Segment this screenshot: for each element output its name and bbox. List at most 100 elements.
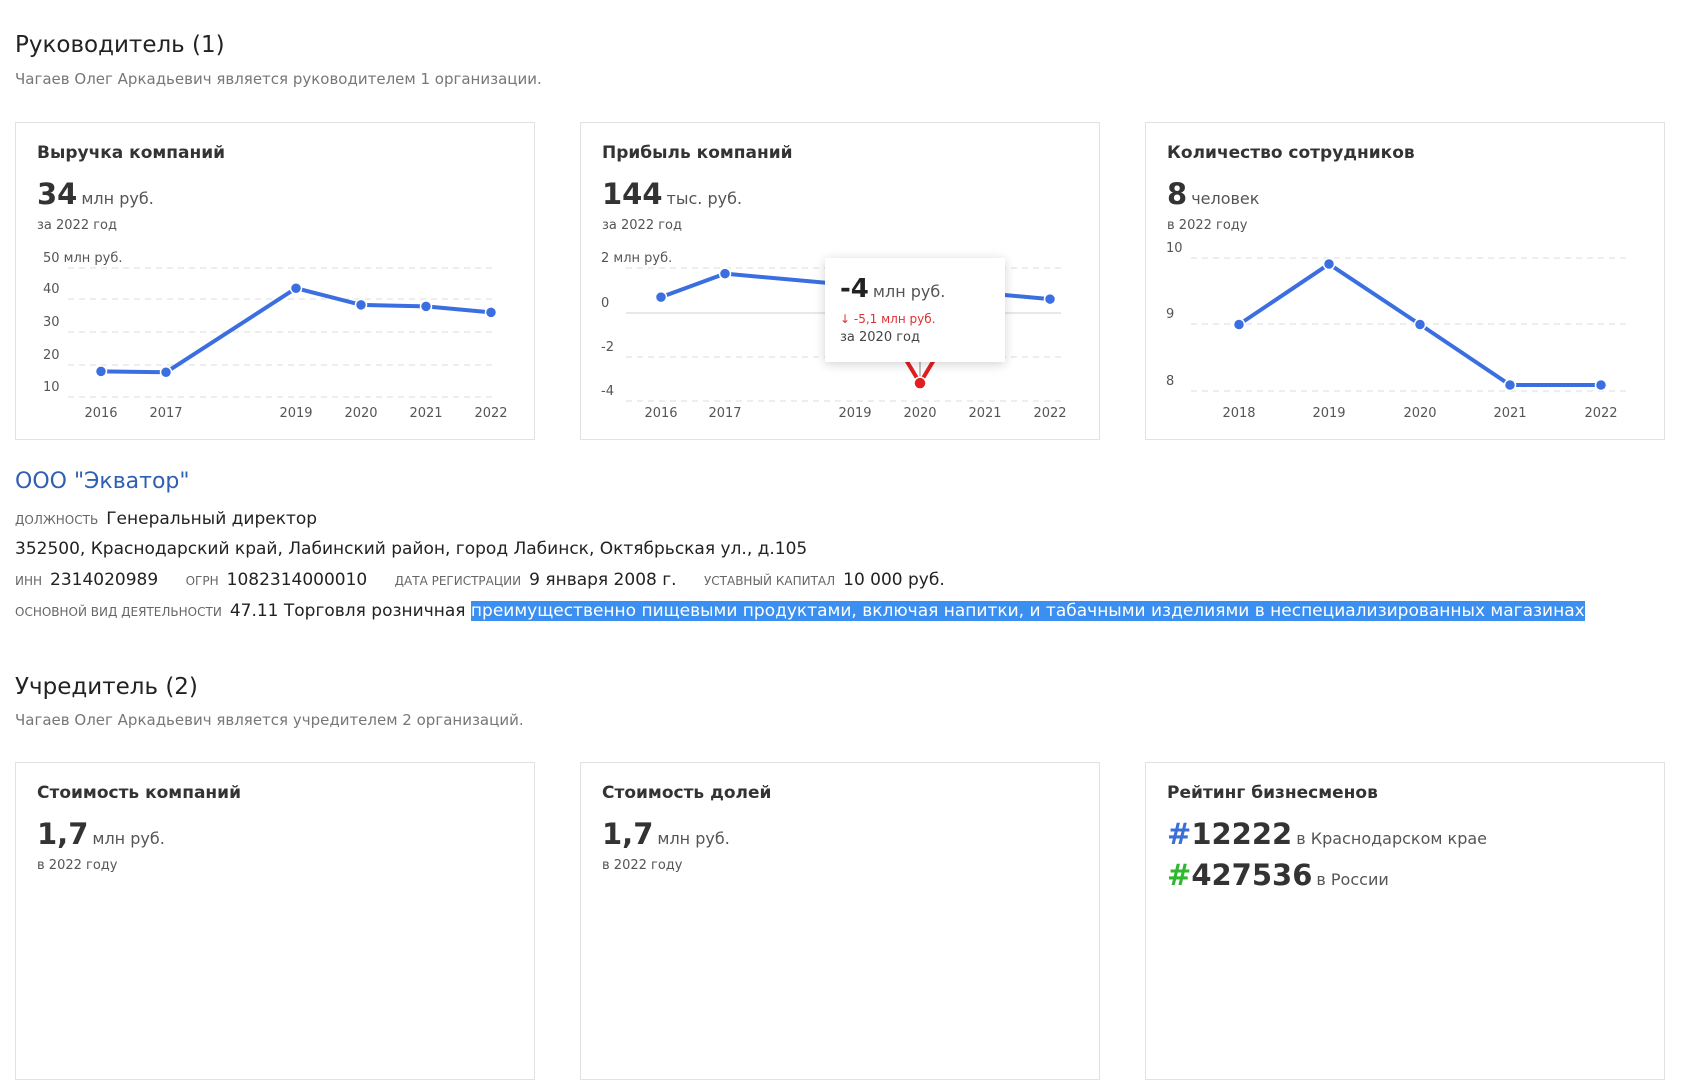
x-tick-label: 2017 <box>149 406 182 421</box>
card-title: Стоимость компаний <box>37 783 241 803</box>
data-point <box>1503 378 1517 392</box>
card-title: Количество сотрудников <box>1167 143 1415 163</box>
x-tick-label: 2019 <box>279 406 312 421</box>
activity-selected-text[interactable]: преимущественно пищевыми продуктами, вкл… <box>470 601 1585 621</box>
activity-value: 47.11 Торговля розничная <box>229 601 466 621</box>
data-point <box>1043 292 1057 306</box>
x-tick-label: 2020 <box>344 406 377 421</box>
data-point <box>1594 378 1608 392</box>
x-tick-label: 2022 <box>1033 406 1066 421</box>
x-tick-label: 2021 <box>1493 406 1526 421</box>
value-number: 8 <box>1167 177 1188 211</box>
founder-section-subtitle: Чагаев Олег Аркадьевич является учредите… <box>15 711 524 729</box>
y-tick-label: 10 <box>1166 241 1183 256</box>
value-unit: тыс. руб. <box>666 189 743 208</box>
capital-label: уставный капитал <box>703 574 836 588</box>
chart-tooltip: -4 млн руб. ↓ -5,1 млн руб. за 2020 год <box>825 258 1005 362</box>
rank-region: в Краснодарском крае <box>1296 829 1487 848</box>
data-point <box>718 267 732 280</box>
director-section-title: Руководитель (1) <box>15 32 225 58</box>
y-tick-label: 9 <box>1166 307 1174 322</box>
value-number: 34 <box>37 177 78 211</box>
x-tick-label: 2019 <box>1312 406 1345 421</box>
ogrn-label: ОГРН <box>185 574 219 588</box>
data-point <box>484 306 498 319</box>
value-number: 1,7 <box>37 817 89 851</box>
companies-value-card: Стоимость компаний 1,7 млн руб. в 2022 го… <box>15 762 535 1080</box>
data-point <box>419 300 433 313</box>
y-tick-label: 2 млн руб. <box>601 251 672 266</box>
y-tick-label: 20 <box>43 348 60 363</box>
card-title: Рейтинг бизнесменов <box>1167 783 1378 803</box>
card-value: 144 тыс. руб. <box>602 177 742 211</box>
data-point <box>354 298 368 312</box>
card-value: 1,7 млн руб. <box>602 817 730 851</box>
revenue-card: 50 млн руб. 40 30 20 10 2016 2017 2019 2020 2021 2… <box>15 122 535 440</box>
x-tick-label: 2019 <box>838 406 871 421</box>
y-tick-label: -2 <box>601 340 614 355</box>
regional-rank: #12222 в Краснодарском крае <box>1167 817 1487 851</box>
data-point <box>94 365 108 378</box>
tooltip-value: -4 млн руб. <box>840 274 945 304</box>
national-rank: #427536 в России <box>1167 858 1389 892</box>
rank-number: 427536 <box>1191 858 1313 892</box>
rank-region: в России <box>1316 870 1389 889</box>
x-tick-label: 2020 <box>1403 406 1436 421</box>
value-number: 1,7 <box>602 817 654 851</box>
activity-label: основной вид деятельности <box>15 605 222 619</box>
employees-chart: 10 9 8 2018 2019 2020 2021 2022 <box>1166 241 1626 421</box>
shares-value-card: Стоимость долей 1,7 млн руб. в 2022 году <box>580 762 1100 1080</box>
inn-value: 2314020989 <box>50 570 159 590</box>
card-title: Прибыль компаний <box>602 143 793 163</box>
x-tick-label: 2021 <box>409 406 442 421</box>
x-tick-label: 2020 <box>903 406 936 421</box>
x-tick-label: 2017 <box>708 406 741 421</box>
data-point <box>913 376 927 390</box>
x-tick-label: 2018 <box>1222 406 1255 421</box>
registration-row: ИНН 2314020989 ОГРН 1082314000010 дата рег… <box>15 570 945 590</box>
value-unit: человек <box>1191 189 1260 208</box>
tooltip-delta: ↓ -5,1 млн руб. <box>840 312 936 326</box>
data-point <box>1232 318 1246 331</box>
x-tick-label: 2022 <box>474 406 507 421</box>
data-point <box>289 281 303 295</box>
y-tick-label: 10 <box>43 380 60 395</box>
businessman-rating-card: Рейтинг бизнесменов #12222 в Краснодарско… <box>1145 762 1665 1080</box>
card-value: 1,7 млн руб. <box>37 817 165 851</box>
value-unit: млн руб. <box>81 189 154 208</box>
x-tick-label: 2021 <box>968 406 1001 421</box>
card-value: 8 человек <box>1167 177 1259 211</box>
card-period: за 2022 год <box>37 218 117 233</box>
card-period: в 2022 году <box>37 858 118 873</box>
value-unit: млн руб. <box>657 829 730 848</box>
position-label: должность <box>15 513 99 527</box>
reg-date-label: дата регистрации <box>394 574 522 588</box>
position-row: должность Генеральный директор <box>15 509 317 529</box>
address: 352500, Краснодарский край, Лабинский ра… <box>15 539 808 559</box>
capital-value: 10 000 руб. <box>843 570 945 590</box>
card-period: в 2022 году <box>1167 218 1248 233</box>
y-tick-label: 8 <box>1166 374 1174 389</box>
value-number: 144 <box>602 177 663 211</box>
ogrn-value: 1082314000010 <box>226 570 368 590</box>
position-value: Генеральный директор <box>106 509 318 529</box>
revenue-chart: 50 млн руб. 40 30 20 10 2016 2017 2019 2020 2021 2… <box>43 251 508 421</box>
rank-hash: # <box>1167 858 1192 892</box>
data-point <box>654 290 668 304</box>
tooltip-number: -4 <box>840 274 869 304</box>
rank-hash: # <box>1167 817 1192 851</box>
card-value: 34 млн руб. <box>37 177 154 211</box>
y-tick-label: 40 <box>43 282 60 297</box>
y-tick-label: 30 <box>43 315 60 330</box>
data-point <box>1413 318 1427 331</box>
tooltip-unit: млн руб. <box>872 282 946 301</box>
card-title: Стоимость долей <box>602 783 772 803</box>
inn-label: ИНН <box>15 574 43 588</box>
series-line <box>100 286 492 375</box>
founder-section-title: Учредитель (2) <box>15 674 198 700</box>
card-period: в 2022 году <box>602 858 683 873</box>
data-point <box>1322 257 1336 271</box>
organization-link[interactable]: ООО "Экватор" <box>15 469 190 494</box>
card-period: за 2022 год <box>602 218 682 233</box>
card-title: Выручка компаний <box>37 143 226 163</box>
